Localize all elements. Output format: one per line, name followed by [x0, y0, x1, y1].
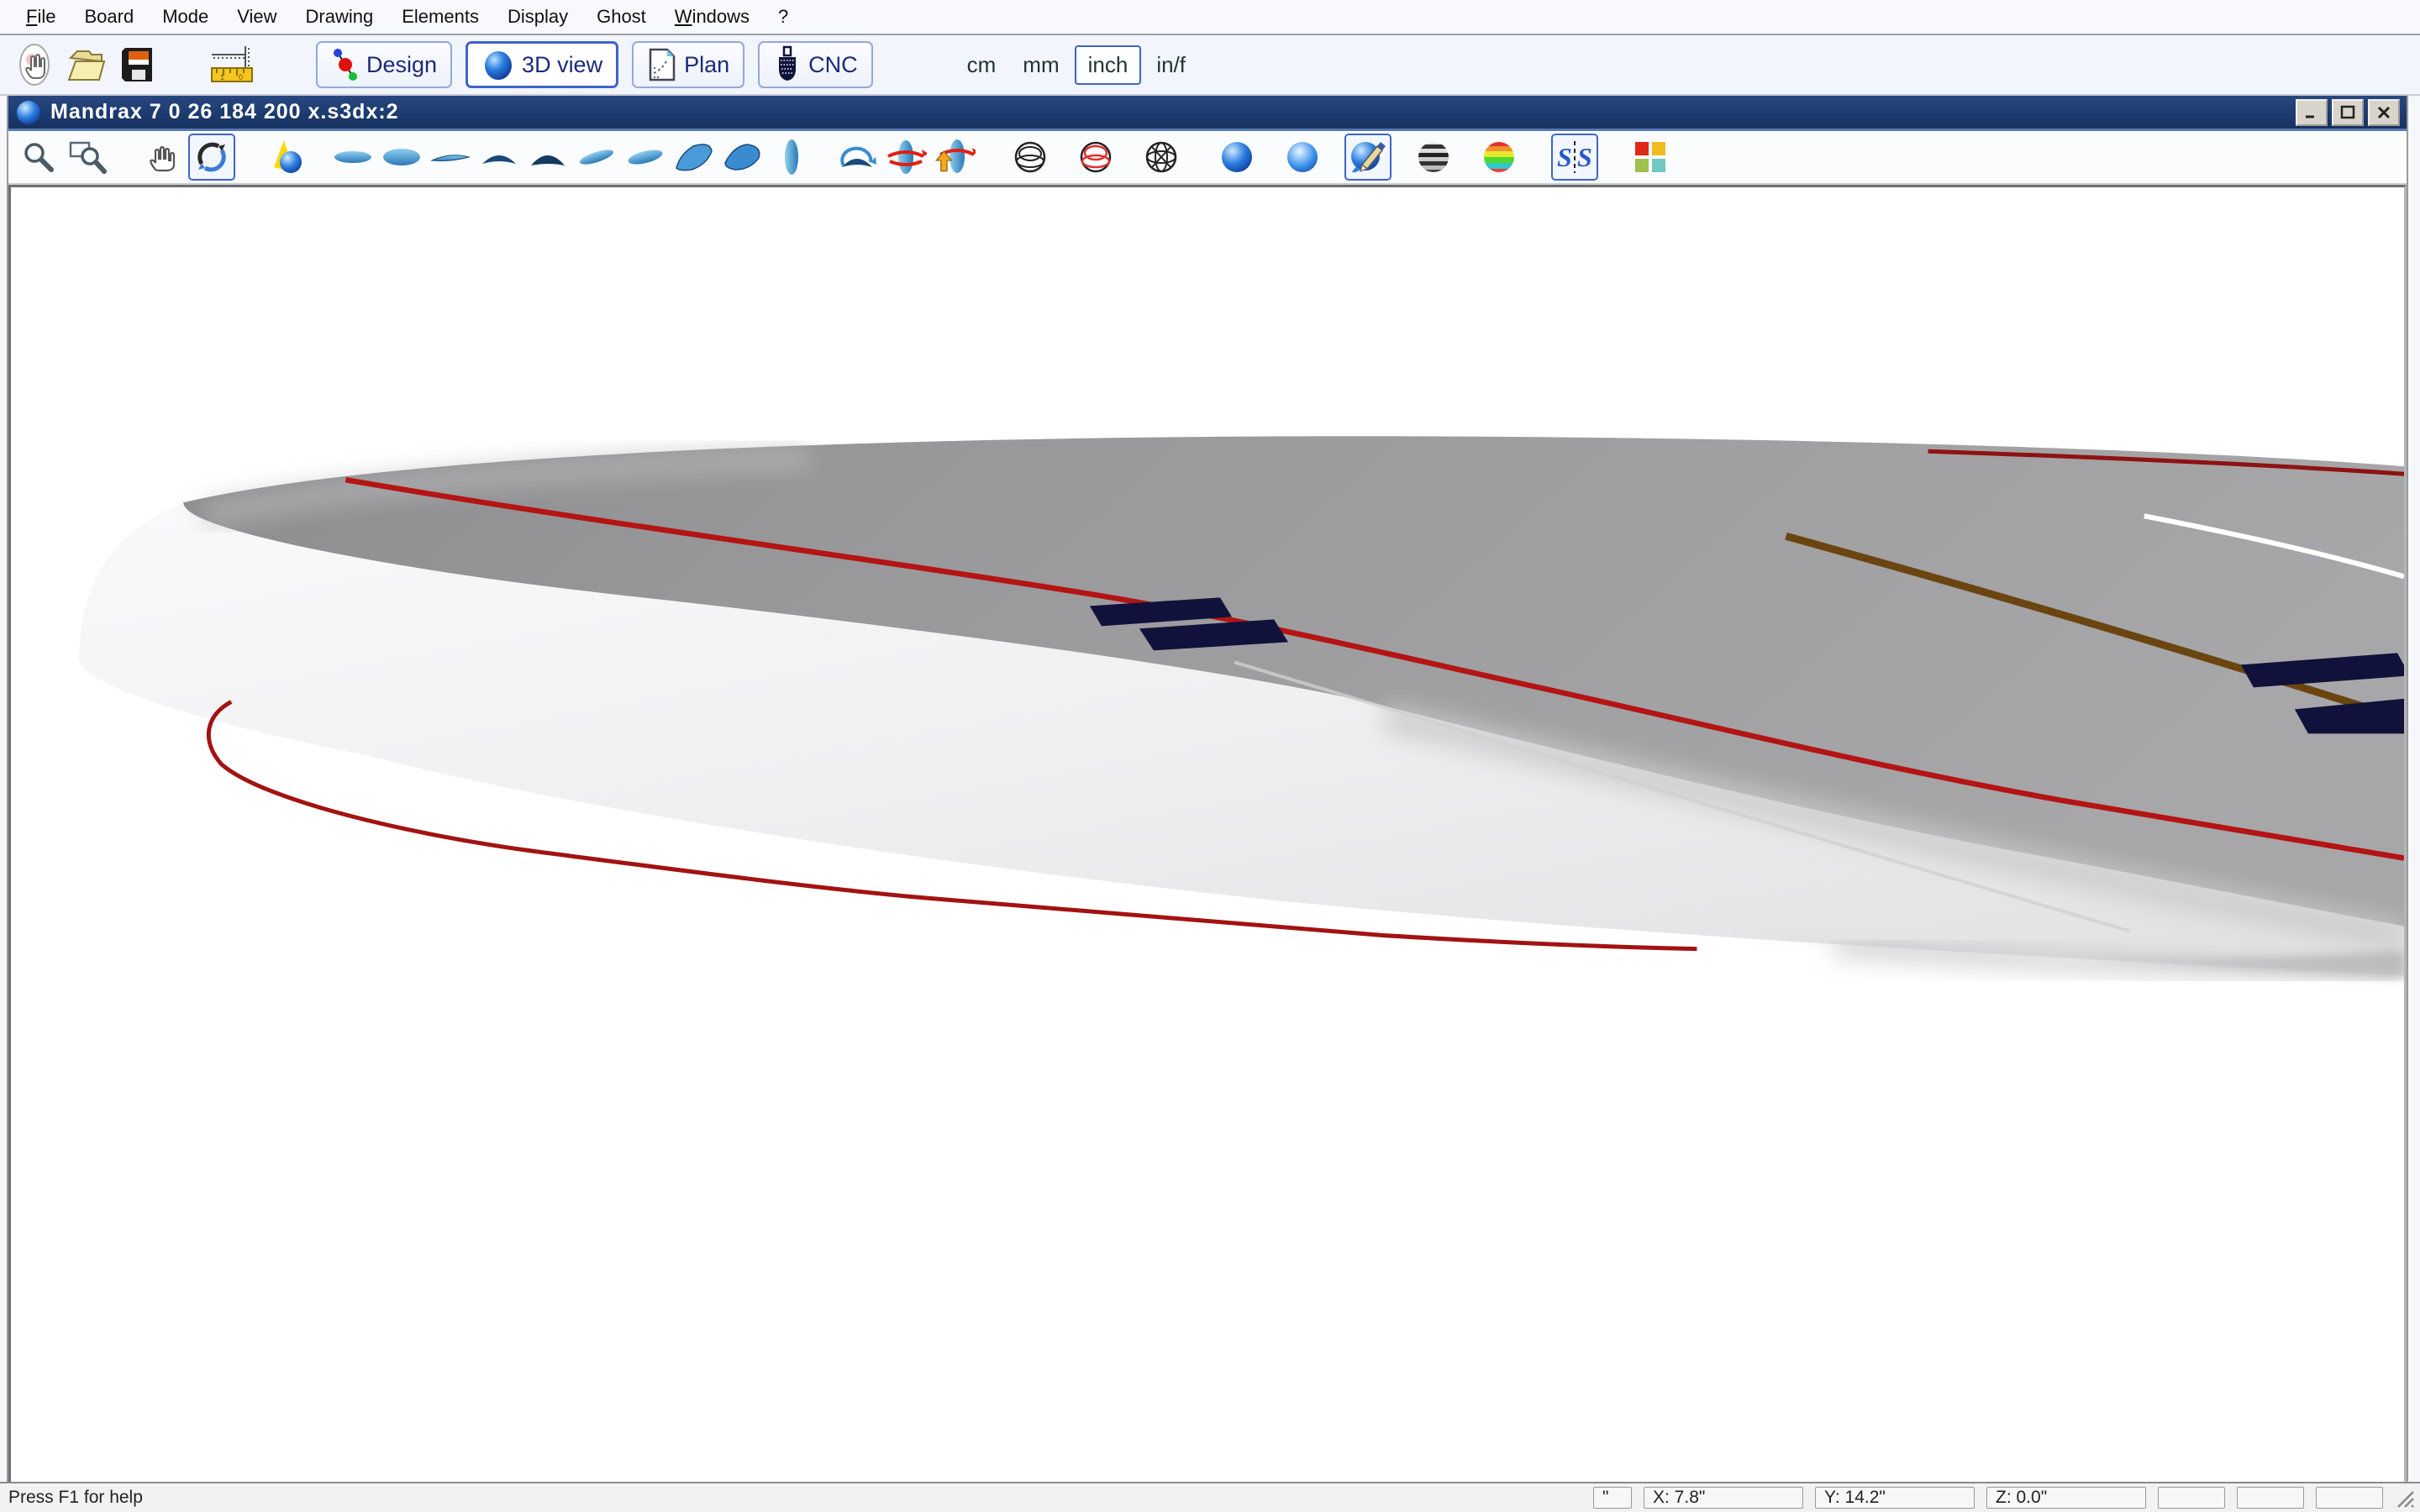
- wireframe-sphere-icon[interactable]: [1007, 134, 1054, 181]
- menu-windows[interactable]: Windows: [660, 6, 764, 28]
- light-icon[interactable]: [264, 134, 311, 181]
- menu-drawing[interactable]: Drawing: [292, 6, 388, 28]
- menu-bar: File Board Mode View Drawing Elements Di…: [0, 0, 2420, 35]
- view-tilt1-icon[interactable]: [573, 134, 620, 181]
- mesh-sphere-icon[interactable]: [1138, 134, 1185, 181]
- status-help-text: Press F1 for help: [8, 1488, 1581, 1508]
- menu-file[interactable]: File: [12, 6, 70, 28]
- document-titlebar[interactable]: Mandrax 7 0 26 184 200 x.s3dx:2: [8, 96, 2407, 131]
- unit-selector: cm mm inch in/f: [955, 45, 1197, 85]
- open-folder-icon[interactable]: [60, 39, 113, 90]
- sphere-3d-icon: [481, 48, 515, 81]
- maximize-button[interactable]: [2332, 99, 2364, 126]
- menu-display[interactable]: Display: [493, 6, 582, 28]
- unit-inf[interactable]: in/f: [1144, 47, 1197, 83]
- ruler-icon[interactable]: 1 0: [207, 39, 259, 90]
- view-top-icon[interactable]: [329, 134, 376, 181]
- unit-cm[interactable]: cm: [955, 47, 1008, 83]
- symmetry-icon[interactable]: S S: [1551, 134, 1598, 181]
- hand-pointer-icon[interactable]: [8, 39, 60, 90]
- cnc-mode-button[interactable]: CNC: [758, 41, 873, 88]
- menu-elements[interactable]: Elements: [387, 6, 493, 28]
- application-window: File Board Mode View Drawing Elements Di…: [0, 0, 2420, 1512]
- plan-doc-icon: [647, 46, 677, 83]
- unit-inch[interactable]: inch: [1075, 45, 1142, 85]
- view-bottom-icon[interactable]: [378, 134, 425, 181]
- view3d-mode-button[interactable]: 3D view: [466, 41, 618, 88]
- zoom-window-icon[interactable]: [64, 134, 111, 181]
- view-front-icon[interactable]: [476, 134, 523, 181]
- menu-view[interactable]: View: [223, 6, 291, 28]
- status-bar: Press F1 for help " X: 7.8" Y: 14.2" Z: …: [0, 1482, 2420, 1512]
- view-vertical-icon[interactable]: [768, 134, 815, 181]
- svg-text:1: 1: [220, 73, 224, 81]
- plan-mode-button[interactable]: Plan: [632, 41, 744, 88]
- resize-grip[interactable]: [2393, 1487, 2415, 1509]
- menu-help[interactable]: ?: [764, 6, 802, 28]
- design-label: Design: [366, 52, 437, 78]
- app-sphere-icon: [15, 99, 42, 126]
- view-side-icon[interactable]: [427, 134, 474, 181]
- shaded-sphere-icon[interactable]: [1213, 134, 1260, 181]
- svg-text:0: 0: [239, 73, 243, 81]
- viewport-3d[interactable]: [8, 185, 2407, 1482]
- plan-label: Plan: [684, 52, 729, 78]
- wireframe-red-sphere-icon[interactable]: [1072, 134, 1119, 181]
- paint-sphere-icon[interactable]: [1344, 134, 1392, 181]
- design-curve-icon: [331, 46, 360, 83]
- document-title: Mandrax 7 0 26 184 200 x.s3dx:2: [50, 100, 2291, 124]
- status-z-coordinate: Z: 0.0": [1986, 1487, 2146, 1509]
- board-3d-render: [11, 187, 2404, 1482]
- cnc-label: CNC: [808, 52, 858, 78]
- rainbow-sphere-icon[interactable]: [1476, 134, 1523, 181]
- minimize-button[interactable]: [2296, 99, 2328, 126]
- stripes-sphere-icon[interactable]: [1410, 134, 1457, 181]
- spin-board-icon[interactable]: [882, 134, 929, 181]
- close-button[interactable]: [2368, 99, 2400, 126]
- view-back-icon[interactable]: [524, 134, 571, 181]
- shaded-sphere-alt-icon[interactable]: [1279, 134, 1326, 181]
- view-persp2-icon[interactable]: [719, 134, 766, 181]
- colors-icon[interactable]: [1627, 134, 1674, 181]
- save-icon[interactable]: [113, 39, 165, 90]
- status-empty-panel: [2237, 1487, 2304, 1509]
- status-y-coordinate: Y: 14.2": [1815, 1487, 1975, 1509]
- view3d-label: 3D view: [522, 52, 602, 78]
- unit-mm[interactable]: mm: [1011, 47, 1071, 83]
- rotate-3d-icon[interactable]: [188, 134, 235, 181]
- status-x-coordinate: X: 7.8": [1644, 1487, 1803, 1509]
- cnc-bit-icon: [773, 45, 802, 84]
- status-empty-panel: [2158, 1487, 2225, 1509]
- design-mode-button[interactable]: Design: [316, 41, 452, 88]
- svg-text:S: S: [1557, 142, 1572, 172]
- menu-mode[interactable]: Mode: [148, 6, 223, 28]
- view-toolbar: S S: [8, 131, 2407, 185]
- menu-board[interactable]: Board: [70, 6, 148, 28]
- zoom-icon[interactable]: [15, 134, 62, 181]
- rotate-axis-icon[interactable]: [834, 134, 881, 181]
- pan-hand-icon[interactable]: [139, 134, 187, 181]
- status-empty-panel: [2316, 1487, 2383, 1509]
- flip-board-icon[interactable]: [931, 134, 978, 181]
- document-window: Mandrax 7 0 26 184 200 x.s3dx:2: [7, 96, 2408, 1482]
- menu-ghost[interactable]: Ghost: [582, 6, 660, 28]
- status-unit: ": [1593, 1487, 1632, 1509]
- view-tilt2-icon[interactable]: [622, 134, 669, 181]
- main-toolbar: 1 0 Design 3D view: [0, 35, 2420, 96]
- view-persp1-icon[interactable]: [671, 134, 718, 181]
- svg-text:S: S: [1577, 142, 1592, 172]
